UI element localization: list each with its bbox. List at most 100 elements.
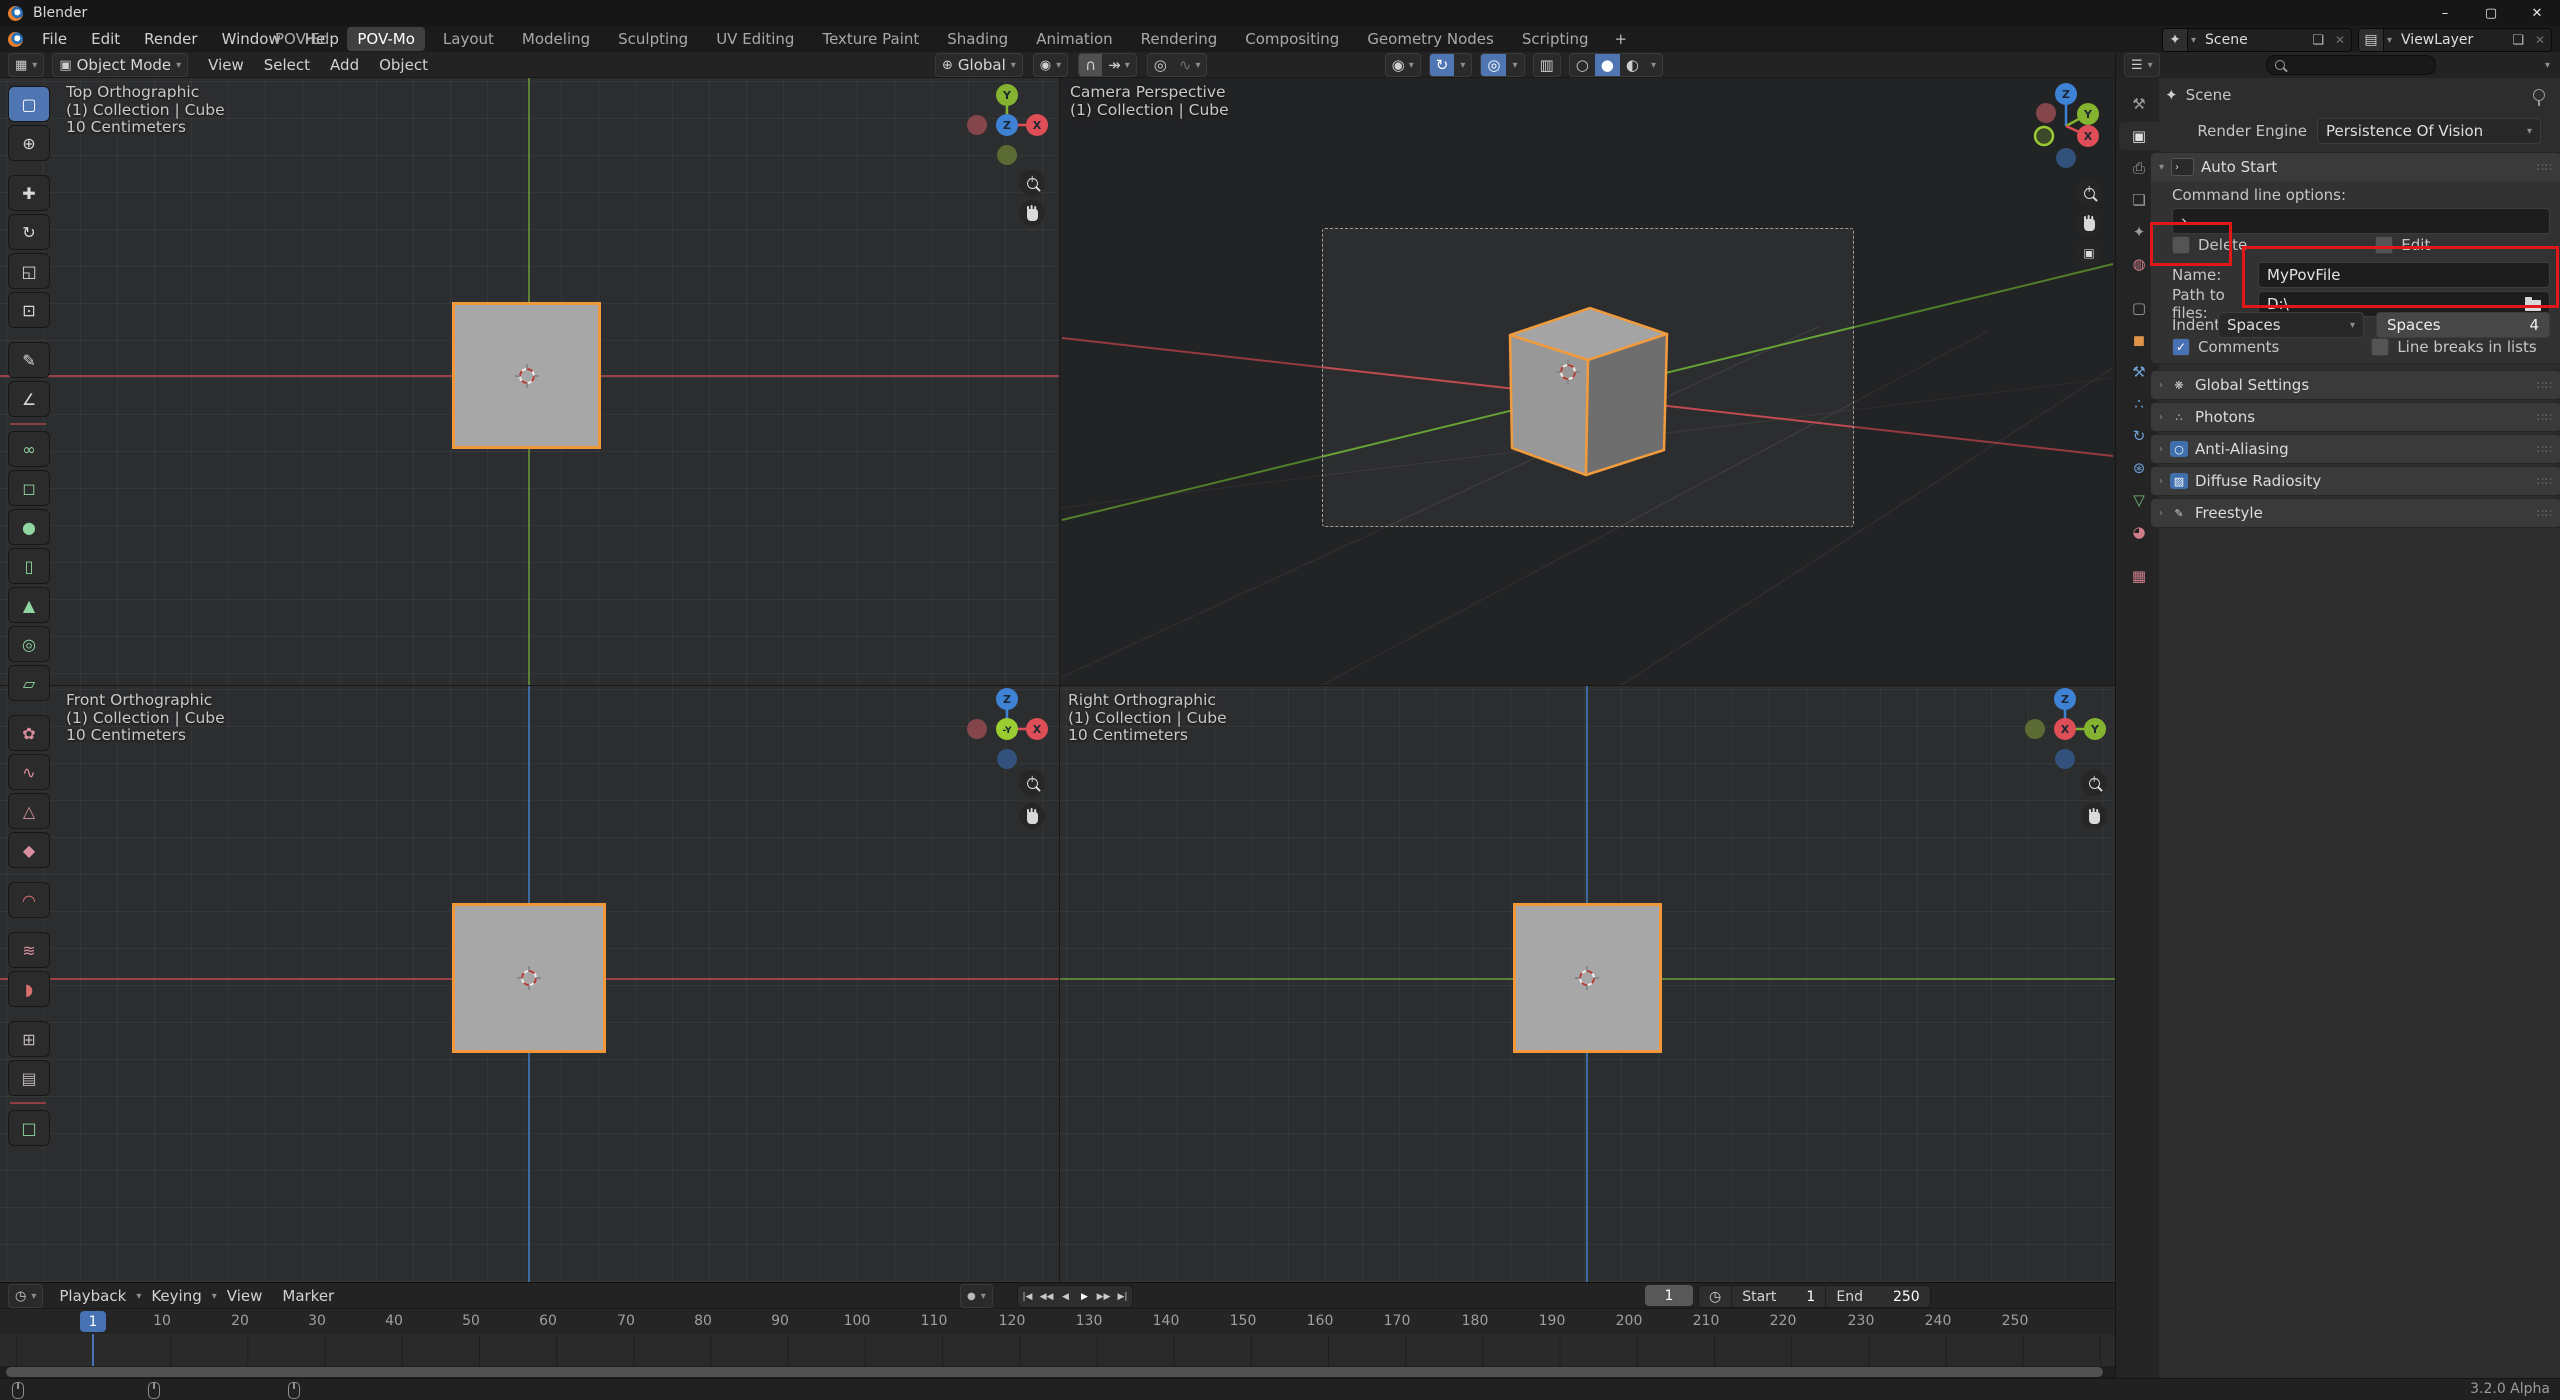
camera-view-button[interactable]: ▣: [2076, 240, 2102, 266]
nav-gizmo[interactable]: Z Y X: [2023, 687, 2107, 771]
drag-handle-icon[interactable]: ∷∷: [2537, 411, 2553, 424]
menu-playback[interactable]: Playback: [49, 1287, 136, 1305]
diffuse-radiosity-panel-header[interactable]: › ▨ Diffuse Radiosity ∷∷: [2151, 467, 2560, 495]
play-reverse-button[interactable]: ◀: [1056, 1286, 1075, 1307]
previous-keyframe-button[interactable]: ◀◀: [1037, 1286, 1056, 1307]
freestyle-panel-header[interactable]: › ✎ Freestyle ∷∷: [2151, 499, 2560, 527]
proportional-falloff-dropdown[interactable]: ∿ ▾: [1173, 54, 1207, 76]
menu-marker[interactable]: Marker: [272, 1287, 344, 1305]
pan-button[interactable]: [1019, 803, 1045, 829]
tool-add-prism[interactable]: ▱: [8, 665, 50, 701]
timeline-editor-type-button[interactable]: ◷ ▾: [8, 1284, 43, 1308]
workspace-tab-pov-ed[interactable]: POV-Ed: [265, 27, 339, 51]
tool-add-height-field[interactable]: △: [8, 793, 50, 829]
nav-gizmo[interactable]: Z X -Y: [965, 687, 1049, 771]
maximize-button[interactable]: ▢: [2468, 0, 2514, 26]
unlink-viewlayer-button[interactable]: ✕: [2529, 33, 2551, 47]
menu-file[interactable]: File: [30, 30, 79, 48]
anti-aliasing-panel-header[interactable]: › ○ Anti-Aliasing ∷∷: [2151, 435, 2560, 463]
tab-render[interactable]: ▣: [2119, 122, 2159, 150]
tool-add-infinite-plane[interactable]: ∞: [8, 431, 50, 467]
shading-dropdown[interactable]: ▾: [1645, 54, 1662, 76]
scene-name[interactable]: Scene: [2199, 32, 2307, 48]
drag-handle-icon[interactable]: ∷∷: [2537, 475, 2553, 488]
next-keyframe-button[interactable]: ▶▶: [1094, 1286, 1113, 1307]
spaces-count-slider[interactable]: Spaces 4: [2376, 312, 2550, 338]
workspace-tab-layout[interactable]: Layout: [433, 27, 504, 51]
gizmo-neg-y[interactable]: [2025, 719, 2045, 739]
show-gizmos-toggle[interactable]: ↻: [1430, 54, 1455, 76]
scrollbar-thumb[interactable]: [6, 1367, 2103, 1377]
tool-add-rainbow[interactable]: ◠: [8, 882, 50, 918]
properties-filter-dropdown[interactable]: ▾: [2545, 60, 2550, 71]
workspace-tab-compositing[interactable]: Compositing: [1235, 27, 1349, 51]
chevron-down-icon[interactable]: ▾: [2384, 35, 2395, 46]
tool-move[interactable]: ✚: [8, 175, 50, 211]
nav-gizmo[interactable]: Y X Z: [965, 83, 1049, 167]
tool-annotate[interactable]: ✎: [8, 342, 50, 378]
minimize-button[interactable]: –: [2422, 0, 2468, 26]
cube-object[interactable]: [1455, 290, 1685, 490]
properties-search-input[interactable]: [2266, 55, 2436, 75]
scene-icon[interactable]: ✦: [2163, 29, 2188, 51]
start-frame-field[interactable]: Start 1: [1731, 1286, 1825, 1307]
xray-toggle[interactable]: ▥: [1534, 54, 1560, 76]
tool-add-pov-cube[interactable]: □: [8, 1110, 50, 1146]
menu-keying[interactable]: Keying: [141, 1287, 211, 1305]
render-engine-dropdown[interactable]: Persistence Of Vision ▾: [2317, 118, 2541, 144]
viewlayer-name[interactable]: ViewLayer: [2395, 32, 2507, 48]
current-frame-indicator[interactable]: 1: [80, 1311, 106, 1332]
indent-dropdown[interactable]: Spaces ▾: [2218, 312, 2364, 338]
viewport-camera[interactable]: Camera Perspective (1) Collection | Cube…: [1060, 78, 2115, 686]
overlays-dropdown[interactable]: ▾: [1506, 54, 1523, 76]
menu-add[interactable]: Add: [320, 56, 369, 74]
tool-add-torus[interactable]: ◎: [8, 626, 50, 662]
gizmo-neg-z[interactable]: [997, 749, 1017, 769]
menu-object[interactable]: Object: [369, 56, 438, 74]
gizmo-neg-z[interactable]: [2056, 148, 2076, 168]
tool-rotate[interactable]: ↻: [8, 214, 50, 250]
timeline-tracks[interactable]: [0, 1334, 2115, 1366]
zoom-button[interactable]: [2076, 180, 2102, 206]
playhead[interactable]: [92, 1334, 94, 1366]
pan-button[interactable]: [2081, 803, 2107, 829]
workspace-tab-scripting[interactable]: Scripting: [1512, 27, 1599, 51]
zoom-button[interactable]: [2081, 770, 2107, 796]
gizmo-neg-z[interactable]: [2055, 749, 2075, 769]
gizmo-neg-x[interactable]: [967, 719, 987, 739]
workspace-tab-modeling[interactable]: Modeling: [512, 27, 600, 51]
timeline-ruler[interactable]: 1 10 20 30 40 50 60 70 80 90 100 110 120…: [0, 1308, 2115, 1335]
menu-view[interactable]: View: [198, 56, 254, 74]
show-overlays-toggle[interactable]: ◎: [1481, 54, 1506, 76]
tool-add-spring[interactable]: ≋: [8, 932, 50, 968]
global-settings-panel-header[interactable]: › ❋ Global Settings ∷∷: [2151, 371, 2560, 399]
line-breaks-checkbox[interactable]: [2371, 338, 2389, 356]
jump-to-end-button[interactable]: ▶|: [1113, 1286, 1132, 1307]
tab-tool[interactable]: ⚒: [2119, 90, 2159, 118]
pan-button[interactable]: [1019, 200, 1045, 226]
workspace-tab-uv-editing[interactable]: UV Editing: [706, 27, 804, 51]
shading-solid-button[interactable]: ●: [1595, 54, 1620, 76]
chevron-down-icon[interactable]: ▾: [2188, 35, 2199, 46]
viewport-front[interactable]: Front Orthographic (1) Collection | Cube…: [0, 686, 1060, 1282]
tool-add-lathe[interactable]: ◗: [8, 971, 50, 1007]
play-button[interactable]: ▶: [1075, 1286, 1094, 1307]
tool-add-isosurface[interactable]: ⊞: [8, 1021, 50, 1057]
tool-add-cone[interactable]: ▲: [8, 587, 50, 623]
comments-checkbox[interactable]: ✓: [2172, 338, 2190, 356]
gizmo-neg-x[interactable]: [2036, 103, 2056, 123]
shading-wireframe-button[interactable]: ○: [1570, 54, 1595, 76]
tool-measure[interactable]: ∠: [8, 381, 50, 417]
gizmo-neg-x[interactable]: [967, 115, 987, 135]
shading-material-button[interactable]: ◐: [1620, 54, 1645, 76]
menu-select[interactable]: Select: [254, 56, 320, 74]
menu-render[interactable]: Render: [132, 30, 209, 48]
viewport-right[interactable]: Right Orthographic (1) Collection | Cube…: [1060, 686, 2115, 1282]
workspace-tab-shading[interactable]: Shading: [937, 27, 1018, 51]
tool-transform[interactable]: ⊡: [8, 292, 50, 328]
properties-editor-type-button[interactable]: ☰ ▾: [2124, 53, 2160, 77]
end-frame-field[interactable]: End 250: [1825, 1286, 1929, 1307]
tool-add-blob[interactable]: ✿: [8, 715, 50, 751]
tool-add-sphere-sweep[interactable]: ∿: [8, 754, 50, 790]
viewport-top[interactable]: Top Orthographic (1) Collection | Cube 1…: [0, 78, 1060, 686]
